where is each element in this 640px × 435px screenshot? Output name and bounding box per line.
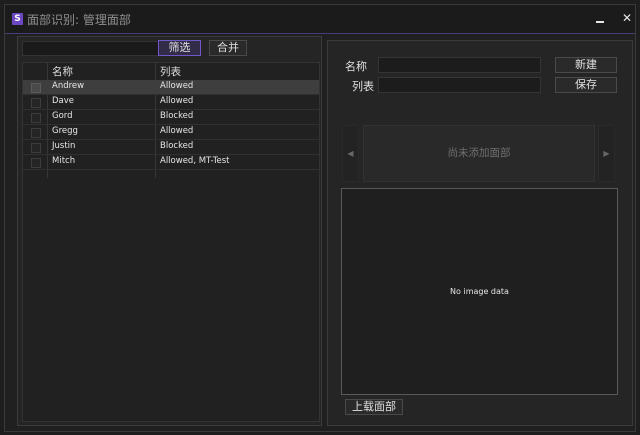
- row-checkbox[interactable]: [31, 113, 41, 123]
- merge-button[interactable]: 合并: [209, 40, 247, 56]
- row-list: Allowed: [160, 126, 194, 136]
- new-button[interactable]: 新建: [555, 57, 617, 73]
- filter-input[interactable]: [22, 41, 173, 56]
- row-checkbox[interactable]: [31, 143, 41, 153]
- window-title: 面部识别: 管理面部: [27, 13, 131, 27]
- face-list-panel: 筛选 合并 名称 列表 Andrew Allowed Dave Allowed …: [17, 36, 322, 426]
- list-label: 列表: [352, 80, 374, 93]
- close-icon[interactable]: ✕: [621, 12, 633, 24]
- chevron-right-icon[interactable]: ▶: [598, 125, 615, 182]
- list-field[interactable]: [378, 77, 541, 93]
- table-row[interactable]: Andrew Allowed: [23, 80, 319, 95]
- app-logo-icon: S: [12, 13, 23, 25]
- row-list: Blocked: [160, 111, 194, 121]
- table-row[interactable]: Gord Blocked: [23, 110, 319, 125]
- save-button[interactable]: 保存: [555, 77, 617, 93]
- row-name: Mitch: [52, 156, 76, 166]
- row-list: Allowed: [160, 96, 194, 106]
- table-row[interactable]: Justin Blocked: [23, 140, 319, 155]
- face-image-preview: No image data: [341, 188, 618, 395]
- row-checkbox[interactable]: [31, 158, 41, 168]
- row-name: Gord: [52, 111, 73, 121]
- row-list: Blocked: [160, 141, 194, 151]
- face-detail-panel: 名称 新建 列表 保存 ◀ 尚未添加面部 ▶ No image data 上载面…: [327, 40, 633, 426]
- column-header-name[interactable]: 名称: [52, 64, 73, 79]
- row-name: Gregg: [52, 126, 78, 136]
- row-checkbox[interactable]: [31, 83, 41, 93]
- name-label: 名称: [345, 60, 367, 73]
- title-bar[interactable]: S 面部识别: 管理面部 ✕: [5, 5, 635, 34]
- table-header: 名称 列表: [23, 63, 319, 81]
- table-row[interactable]: Mitch Allowed, MT-Test: [23, 155, 319, 170]
- face-thumbnail-strip: 尚未添加面部: [363, 125, 595, 182]
- minimize-icon[interactable]: [596, 15, 604, 23]
- table-row[interactable]: Gregg Allowed: [23, 125, 319, 140]
- faces-table: 名称 列表 Andrew Allowed Dave Allowed Gord B…: [22, 62, 320, 422]
- row-checkbox[interactable]: [31, 128, 41, 138]
- row-name: Justin: [52, 141, 76, 151]
- filter-button[interactable]: 筛选: [158, 40, 201, 56]
- row-checkbox[interactable]: [31, 98, 41, 108]
- row-list: Allowed, MT-Test: [160, 156, 230, 166]
- upload-face-button[interactable]: 上载面部: [345, 399, 403, 415]
- row-list: Allowed: [160, 81, 194, 91]
- row-name: Andrew: [52, 81, 85, 91]
- column-header-list[interactable]: 列表: [160, 64, 181, 79]
- table-row[interactable]: Dave Allowed: [23, 95, 319, 110]
- chevron-left-icon[interactable]: ◀: [342, 125, 359, 182]
- row-name: Dave: [52, 96, 75, 106]
- name-field[interactable]: [378, 57, 541, 73]
